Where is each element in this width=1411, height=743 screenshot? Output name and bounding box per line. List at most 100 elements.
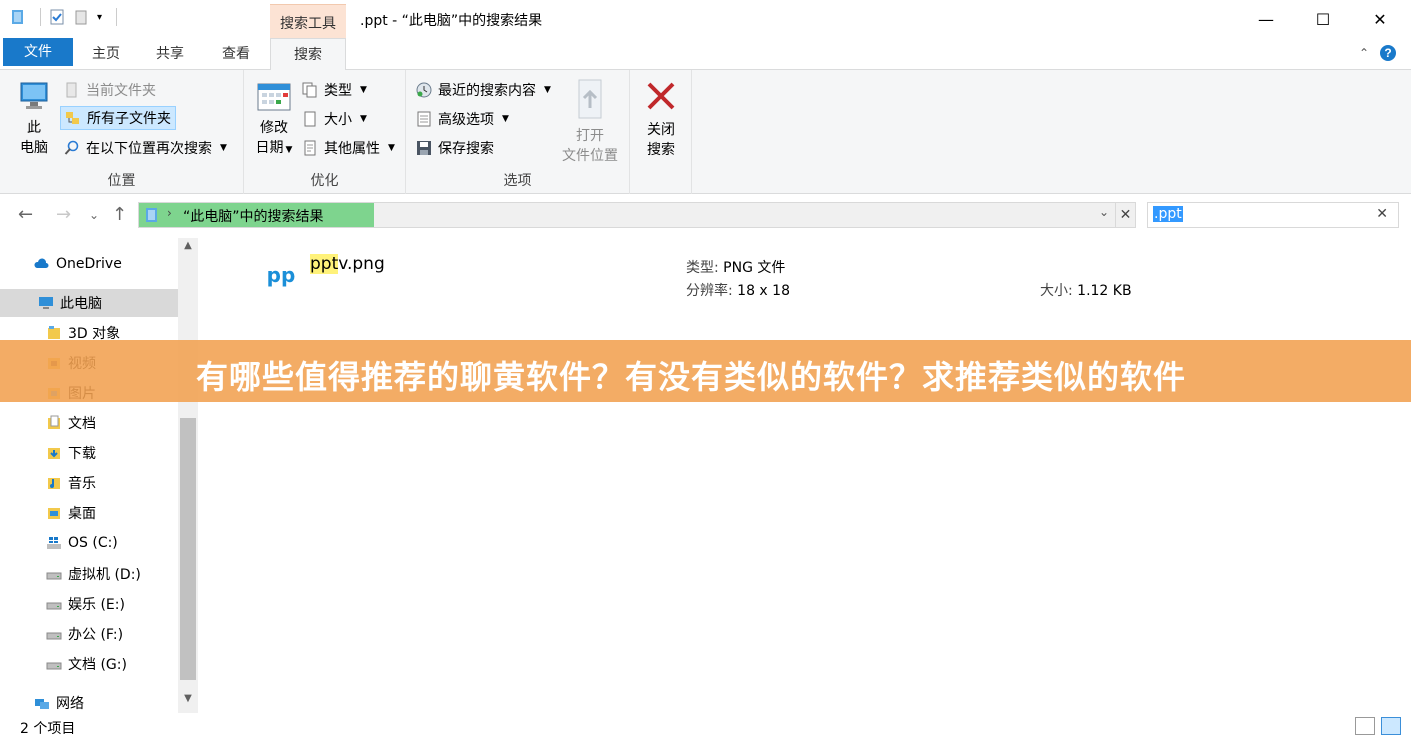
drive-icon xyxy=(46,632,62,640)
size-label: 大小 xyxy=(324,112,352,128)
navigation-pane: OneDrive 此电脑 3D 对象 视频 图片 文档 下载 音乐 桌面 OS … xyxy=(0,238,178,713)
nav-item-drive-e[interactable]: 娱乐 (E:) xyxy=(0,590,178,618)
result-type: 类型: PNG 文件 xyxy=(686,257,785,277)
minimize-button[interactable]: — xyxy=(1243,0,1289,38)
chevron-up-icon[interactable]: ⌃ xyxy=(1359,46,1369,60)
nav-item-onedrive[interactable]: OneDrive xyxy=(0,250,178,278)
forward-arrow-icon[interactable]: → xyxy=(56,204,71,225)
search-input[interactable]: .ppt ✕ xyxy=(1147,202,1399,228)
nav-label: 办公 (F:) xyxy=(68,627,124,643)
search-value: .ppt xyxy=(1153,206,1183,222)
nav-item-downloads[interactable]: 下载 xyxy=(0,439,178,467)
dimensions-value: 18 x 18 xyxy=(737,283,790,299)
nav-label: 文档 (G:) xyxy=(68,657,127,673)
nav-label: OS (C:) xyxy=(68,535,118,551)
maximize-icon: ☐ xyxy=(1315,9,1331,29)
tab-home[interactable]: 主页 xyxy=(78,38,134,70)
close-icon: ✕ xyxy=(1373,9,1387,29)
scroll-up-icon[interactable]: ▲ xyxy=(178,240,198,258)
recent-locations-icon[interactable]: ⌄ xyxy=(89,208,99,222)
recent-searches-button[interactable]: 最近的搜索内容 ▼ xyxy=(416,78,551,102)
up-arrow-icon[interactable]: ↑ xyxy=(112,204,127,225)
address-path: “此电脑”中的搜索结果 xyxy=(183,209,324,225)
current-folder-button[interactable]: 当前文件夹 xyxy=(64,78,156,102)
all-subfolders-label: 所有子文件夹 xyxy=(87,111,171,127)
nav-item-drive-f[interactable]: 办公 (F:) xyxy=(0,620,178,648)
nav-item-desktop[interactable]: 桌面 xyxy=(0,499,178,527)
advanced-options-button[interactable]: 高级选项 ▼ xyxy=(416,107,509,131)
size-label: 大小: xyxy=(1040,283,1073,299)
nav-item-this-pc[interactable]: 此电脑 xyxy=(0,289,178,317)
close-search-button[interactable]: 关闭 搜索 xyxy=(636,78,686,160)
nav-label: 此电脑 xyxy=(60,296,102,312)
nav-label: 虚拟机 (D:) xyxy=(68,567,141,583)
details-view-icon[interactable] xyxy=(1355,717,1375,735)
type-label: 类型: xyxy=(686,260,719,276)
result-filename: pptv.png xyxy=(310,254,385,274)
help-icon[interactable]: ? xyxy=(1379,44,1397,62)
ribbon: 此 电脑 当前文件夹 所有子文件夹 在以下位置再次搜索 ▼ 位置 修改 日期 ▼ … xyxy=(0,70,1411,194)
calendar-icon xyxy=(257,83,291,111)
filename-rest: v.png xyxy=(338,254,385,274)
size-button[interactable]: 大小 ▼ xyxy=(302,107,367,131)
nav-label: 娱乐 (E:) xyxy=(68,597,125,613)
nav-item-drive-c[interactable]: OS (C:) xyxy=(0,529,178,557)
scroll-down-icon[interactable]: ▼ xyxy=(178,693,198,711)
computer-icon xyxy=(39,297,53,309)
nav-label: OneDrive xyxy=(56,256,122,272)
kind-button[interactable]: 类型 ▼ xyxy=(302,78,367,102)
nav-scrollbar[interactable]: ▲ ▼ xyxy=(178,238,198,713)
date-modified-button[interactable]: 修改 日期 ▼ xyxy=(252,80,296,160)
results-pane: pp pptv.png 类型: PNG 文件 分辨率: 18 x 18 大小: … xyxy=(198,238,1411,713)
search-results-icon xyxy=(146,208,157,222)
nav-item-drive-d[interactable]: 虚拟机 (D:) xyxy=(0,560,178,588)
nav-label: 音乐 xyxy=(68,476,96,492)
chevron-right-icon[interactable]: › xyxy=(167,206,172,220)
group-options-label: 选项 xyxy=(503,173,532,189)
scroll-thumb[interactable] xyxy=(180,418,196,680)
tab-file[interactable]: 文件 xyxy=(3,38,73,66)
recent-searches-label: 最近的搜索内容 xyxy=(438,83,536,99)
desktop-icon xyxy=(48,508,60,519)
group-options: 最近的搜索内容 ▼ 高级选项 ▼ 保存搜索 打开 文件位置 选项 xyxy=(406,70,630,194)
tab-search[interactable]: 搜索 xyxy=(270,38,346,71)
close-icon[interactable]: ✕ xyxy=(1376,206,1388,222)
back-arrow-icon[interactable]: ← xyxy=(18,204,33,225)
search-again-button[interactable]: 在以下位置再次搜索 ▼ xyxy=(64,136,227,160)
nav-item-drive-g[interactable]: 文档 (G:) xyxy=(0,650,178,678)
nav-item-documents[interactable]: 文档 xyxy=(0,409,178,437)
svg-text:pp: pp xyxy=(267,263,296,287)
chevron-down-icon[interactable]: ▾ xyxy=(97,12,102,23)
filename-match: ppt xyxy=(310,254,339,274)
downloads-icon xyxy=(48,448,60,459)
address-bar[interactable]: › “此电脑”中的搜索结果 ⌄ xyxy=(138,202,1116,228)
svg-text:?: ? xyxy=(1384,46,1391,60)
tab-view[interactable]: 查看 xyxy=(208,38,264,70)
tab-share[interactable]: 共享 xyxy=(142,38,198,70)
clear-address-button[interactable]: ✕ xyxy=(1116,202,1136,228)
large-icons-view-icon[interactable] xyxy=(1381,717,1401,735)
open-file-location-button[interactable]: 打开 文件位置 xyxy=(556,78,624,166)
save-icon xyxy=(417,141,431,155)
other-properties-button[interactable]: 其他属性 ▼ xyxy=(302,136,395,160)
maximize-button[interactable]: ☐ xyxy=(1300,0,1346,38)
status-bar: 2 个项目 xyxy=(0,713,1411,743)
date-modified-label-2: 日期 ▼ xyxy=(252,138,296,160)
documents-icon xyxy=(48,415,60,429)
drive-icon xyxy=(46,572,62,580)
all-subfolders-button[interactable]: 所有子文件夹 xyxy=(60,106,176,130)
result-dimensions: 分辨率: 18 x 18 xyxy=(686,280,790,300)
chevron-down-icon[interactable]: ⌄ xyxy=(1099,205,1109,219)
search-again-icon xyxy=(64,140,79,155)
drive-icon xyxy=(46,602,62,610)
this-pc-button[interactable]: 此 电脑 xyxy=(12,80,56,158)
properties-icon[interactable] xyxy=(49,8,65,26)
save-search-label: 保存搜索 xyxy=(438,141,494,157)
close-button[interactable]: ✕ xyxy=(1357,0,1403,38)
nav-item-music[interactable]: 音乐 xyxy=(0,469,178,497)
this-pc-icon[interactable] xyxy=(10,8,26,26)
new-folder-icon[interactable] xyxy=(73,8,89,26)
3d-objects-icon xyxy=(48,326,60,339)
close-search-label-2: 搜索 xyxy=(647,142,675,158)
save-search-button[interactable]: 保存搜索 xyxy=(416,136,494,160)
